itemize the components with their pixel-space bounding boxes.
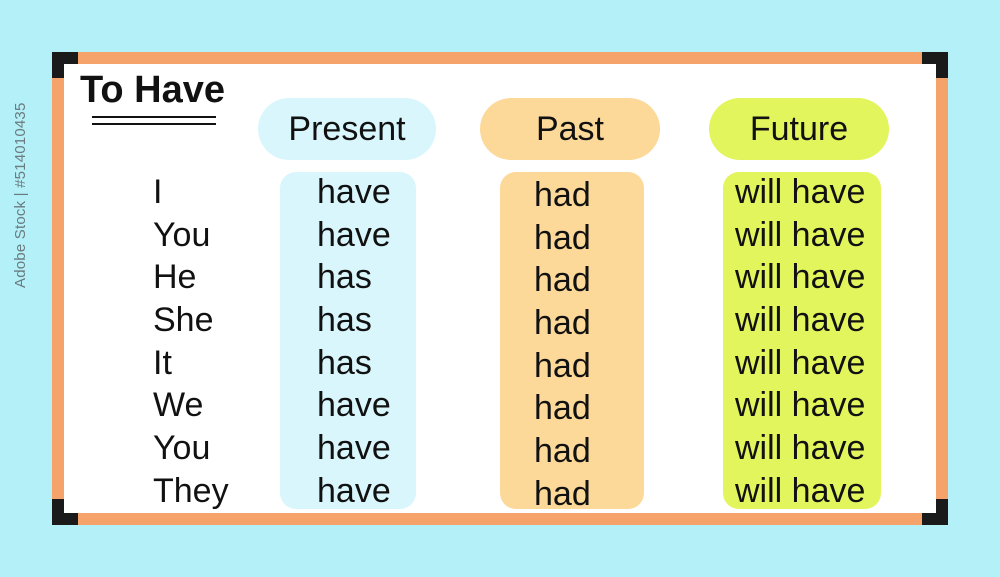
pronoun: He — [153, 258, 197, 297]
pronoun-list: I You He She It We You They — [153, 171, 229, 513]
past-form: had — [534, 218, 591, 257]
past-form: had — [534, 304, 591, 343]
future-form: will have — [735, 343, 866, 382]
present-form: have — [317, 173, 391, 211]
present-form: has — [317, 343, 372, 382]
pronoun: They — [153, 471, 229, 510]
pronoun: I — [153, 173, 163, 211]
past-form: had — [534, 176, 591, 214]
pronoun: We — [153, 386, 204, 425]
present-form: have — [317, 429, 391, 468]
title-underline — [92, 116, 216, 118]
future-form: will have — [735, 173, 866, 211]
future-form: will have — [735, 429, 866, 468]
corner-bracket-bottom-right — [922, 499, 948, 525]
past-form: had — [534, 389, 591, 428]
past-form: had — [534, 474, 591, 513]
corner-bracket-top-left — [52, 52, 78, 78]
future-form: will have — [735, 386, 866, 425]
header-past: Past — [480, 98, 660, 160]
present-form: have — [317, 215, 391, 254]
past-form-list: had had had had had had had had — [534, 174, 591, 516]
page-title: To Have — [80, 69, 226, 111]
present-form: has — [317, 301, 372, 340]
present-form: have — [317, 471, 391, 510]
past-form: had — [534, 346, 591, 385]
title-underline — [92, 123, 216, 125]
header-future: Future — [709, 98, 889, 160]
future-form: will have — [735, 258, 866, 297]
pronoun: She — [153, 301, 214, 340]
header-present: Present — [258, 98, 436, 160]
past-form: had — [534, 261, 591, 300]
pronoun: You — [153, 215, 211, 254]
stock-watermark-text: Adobe Stock | #514010435 — [12, 102, 29, 288]
future-form: will have — [735, 471, 866, 510]
past-form: had — [534, 432, 591, 471]
future-form: will have — [735, 215, 866, 254]
present-form: has — [317, 258, 372, 297]
future-form: will have — [735, 301, 866, 340]
pronoun: It — [153, 343, 172, 382]
corner-bracket-bottom-left — [52, 499, 78, 525]
corner-bracket-top-right — [922, 52, 948, 78]
present-form: have — [317, 386, 391, 425]
present-form-list: have have has has has have have have — [317, 171, 391, 513]
future-form-list: will have will have will have will have … — [735, 171, 865, 513]
pronoun: You — [153, 429, 211, 468]
